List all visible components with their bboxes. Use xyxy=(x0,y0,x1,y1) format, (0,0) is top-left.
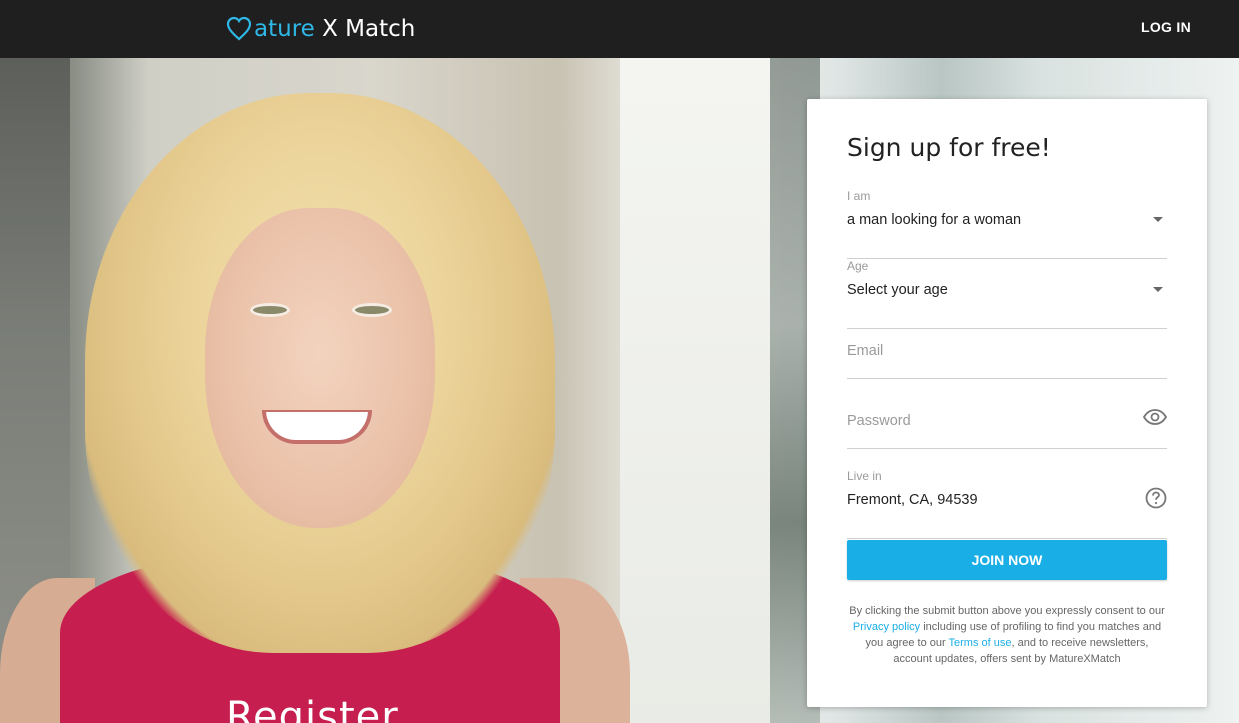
age-value: Select your age xyxy=(847,282,948,298)
iam-label: I am xyxy=(847,189,871,203)
legal-text: By clicking the submit button above you … xyxy=(849,605,1165,617)
email-field[interactable]: Email xyxy=(847,309,1167,379)
signup-title: Sign up for free! xyxy=(847,133,1051,162)
heart-logo-icon xyxy=(226,16,252,41)
hero-background-window xyxy=(620,58,780,723)
hero-photo-face xyxy=(205,208,435,528)
location-label: Live in xyxy=(847,469,882,483)
help-icon[interactable] xyxy=(1145,487,1167,509)
eye-icon[interactable] xyxy=(1143,409,1167,425)
signup-card: Sign up for free! I am a man looking for… xyxy=(807,99,1207,707)
register-heading: Register xyxy=(226,694,399,723)
iam-value: a man looking for a woman xyxy=(847,212,1022,228)
hero-photo-smile xyxy=(262,410,372,444)
top-navbar: ature X Match LOG IN xyxy=(0,0,1239,58)
hero-photo-eye xyxy=(250,303,290,317)
iam-select[interactable]: I am a man looking for a woman xyxy=(847,189,1167,259)
logo-text-brand: X Match xyxy=(314,16,416,42)
password-placeholder: Password xyxy=(847,413,911,429)
privacy-policy-link[interactable]: Privacy policy xyxy=(853,621,920,633)
terms-of-use-link[interactable]: Terms of use xyxy=(949,637,1012,649)
legal-disclaimer: By clicking the submit button above you … xyxy=(845,603,1169,667)
logo-text-accent: ature xyxy=(254,16,315,42)
logo-text: ature X Match xyxy=(254,16,415,42)
hero-photo-eye xyxy=(352,303,392,317)
chevron-down-icon xyxy=(1153,287,1163,292)
login-link[interactable]: LOG IN xyxy=(1141,19,1191,35)
chevron-down-icon xyxy=(1153,217,1163,222)
location-value: Fremont, CA, 94539 xyxy=(847,492,978,508)
email-placeholder: Email xyxy=(847,343,884,359)
password-field[interactable]: Password xyxy=(847,379,1167,449)
site-logo[interactable]: ature X Match xyxy=(226,12,415,46)
age-label: Age xyxy=(847,259,869,273)
join-now-button[interactable]: JOIN NOW xyxy=(847,540,1167,580)
location-field[interactable]: Live in Fremont, CA, 94539 xyxy=(847,469,1167,539)
